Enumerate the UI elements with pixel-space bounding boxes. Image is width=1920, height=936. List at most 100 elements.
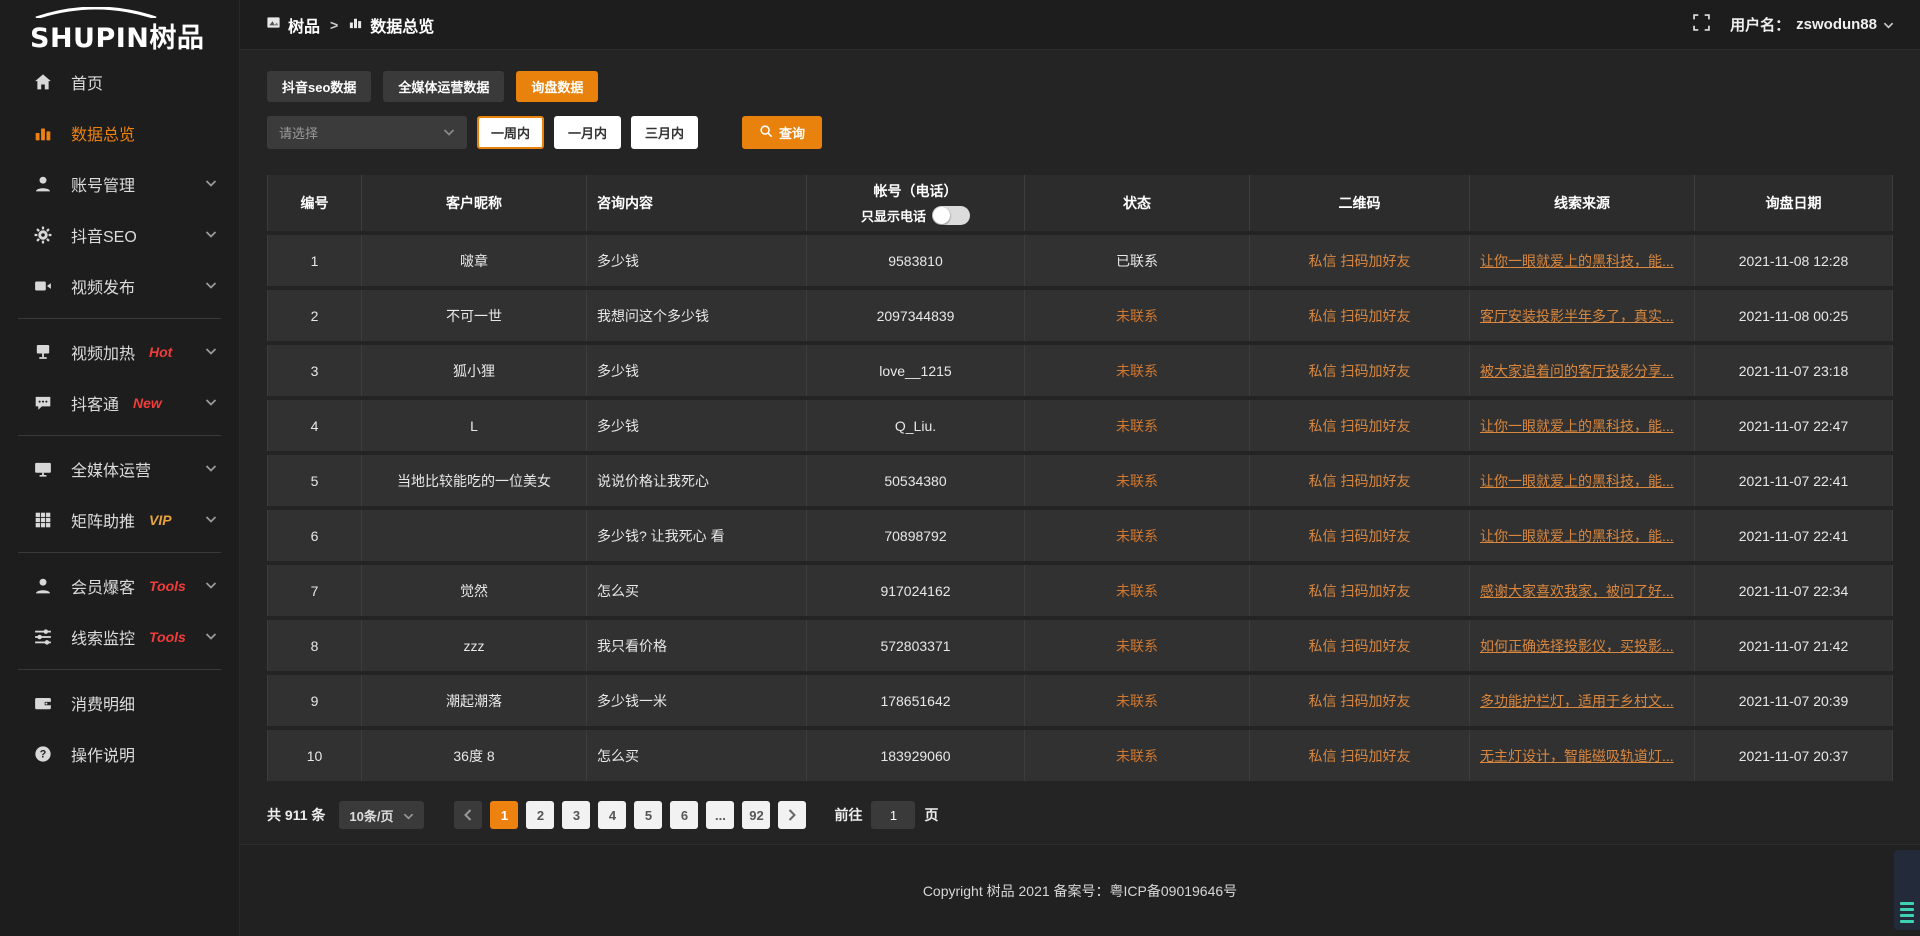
sidebar-item-omnimedia[interactable]: 全媒体运营 bbox=[0, 443, 239, 494]
lead-source-link[interactable]: 多功能护栏灯，适用于乡村文... bbox=[1480, 693, 1674, 709]
page-footer: Copyright 树品 2021 备案号：粤ICP备09019646号 bbox=[240, 844, 1920, 936]
cell-source: 让你一眼就爱上的黑科技，能... bbox=[1470, 235, 1695, 286]
range-week-button[interactable]: 一周内 bbox=[477, 116, 544, 149]
cell-date: 2021-11-07 20:37 bbox=[1695, 730, 1893, 781]
user-menu[interactable]: 用户名：zswodun88 bbox=[1730, 14, 1894, 35]
private-message-link[interactable]: 私信 bbox=[1309, 583, 1337, 599]
cell-id: 2 bbox=[267, 290, 362, 341]
page-button-5[interactable]: 5 bbox=[634, 801, 662, 829]
query-button[interactable]: 查询 bbox=[742, 116, 822, 149]
scan-add-friend-link[interactable]: 扫码加好友 bbox=[1341, 473, 1411, 489]
lead-source-link[interactable]: 感谢大家喜欢我家，被问了好... bbox=[1480, 583, 1674, 599]
page-button-1[interactable]: 1 bbox=[490, 801, 518, 829]
phone-only-toggle[interactable] bbox=[932, 206, 970, 225]
private-message-link[interactable]: 私信 bbox=[1309, 473, 1337, 489]
scan-add-friend-link[interactable]: 扫码加好友 bbox=[1341, 363, 1411, 379]
sidebar-item-home[interactable]: 首页 bbox=[0, 56, 239, 107]
logo-text-cn: 树品 bbox=[149, 23, 204, 54]
sidebar-item-member-burst[interactable]: 会员爆客 Tools bbox=[0, 560, 239, 611]
sidebar-item-account-management[interactable]: 账号管理 bbox=[0, 158, 239, 209]
sidebar-item-douyin-seo[interactable]: 抖音SEO bbox=[0, 209, 239, 260]
range-month-button[interactable]: 一月内 bbox=[554, 116, 621, 149]
prev-page-button[interactable] bbox=[454, 801, 482, 829]
table-row: 9 潮起潮落 多少钱一米 178651642 未联系 私信扫码加好友 多功能护栏… bbox=[267, 675, 1893, 726]
cell-status: 已联系 bbox=[1025, 235, 1250, 286]
goto-page-input[interactable] bbox=[871, 801, 915, 829]
private-message-link[interactable]: 私信 bbox=[1309, 528, 1337, 544]
fullscreen-icon[interactable] bbox=[1693, 14, 1710, 36]
chevron-down-icon bbox=[205, 582, 217, 589]
lead-source-link[interactable]: 让你一眼就爱上的黑科技，能... bbox=[1480, 528, 1674, 544]
cell-content: 我想问这个多少钱 bbox=[587, 290, 807, 341]
page-button-3[interactable]: 3 bbox=[562, 801, 590, 829]
lead-source-link[interactable]: 让你一眼就爱上的黑科技，能... bbox=[1480, 253, 1674, 269]
scan-add-friend-link[interactable]: 扫码加好友 bbox=[1341, 308, 1411, 324]
sidebar-item-matrix-boost[interactable]: 矩阵助推 VIP bbox=[0, 494, 239, 545]
chevron-down-icon bbox=[205, 516, 217, 523]
copyright-text: Copyright 树品 2021 备案号：粤ICP备09019646号 bbox=[923, 881, 1237, 901]
page-size-select[interactable]: 10条/页 bbox=[339, 801, 424, 829]
breadcrumb-root[interactable]: 树品 bbox=[288, 13, 320, 37]
main-content: 抖音seo数据 全媒体运营数据 询盘数据 请选择 一周内 一月内 三月内 查询 bbox=[240, 50, 1920, 844]
cell-nickname: L bbox=[362, 400, 587, 451]
sidebar-item-label: 抖客通 bbox=[71, 391, 119, 415]
scan-add-friend-link[interactable]: 扫码加好友 bbox=[1341, 638, 1411, 654]
cell-date: 2021-11-07 22:41 bbox=[1695, 455, 1893, 506]
private-message-link[interactable]: 私信 bbox=[1309, 748, 1337, 764]
scan-add-friend-link[interactable]: 扫码加好友 bbox=[1341, 418, 1411, 434]
private-message-link[interactable]: 私信 bbox=[1309, 693, 1337, 709]
inquiry-table: 编号 客户昵称 咨询内容 帐号（电话） 只显示电话 bbox=[267, 171, 1893, 785]
scan-add-friend-link[interactable]: 扫码加好友 bbox=[1341, 583, 1411, 599]
sidebar-item-expense-detail[interactable]: 消费明细 bbox=[0, 677, 239, 728]
cell-qrcode: 私信扫码加好友 bbox=[1250, 455, 1470, 506]
scan-add-friend-link[interactable]: 扫码加好友 bbox=[1341, 253, 1411, 269]
private-message-link[interactable]: 私信 bbox=[1309, 638, 1337, 654]
cell-nickname: 狐小狸 bbox=[362, 345, 587, 396]
sidebar-item-douketong[interactable]: 抖客通 New bbox=[0, 377, 239, 428]
cell-account: 9583810 bbox=[807, 235, 1025, 286]
page-button-4[interactable]: 4 bbox=[598, 801, 626, 829]
page-button-92[interactable]: 92 bbox=[742, 801, 770, 829]
next-page-button[interactable] bbox=[778, 801, 806, 829]
sidebar-item-video-heat[interactable]: 视频加热 Hot bbox=[0, 326, 239, 377]
tab-douyin-seo-data[interactable]: 抖音seo数据 bbox=[267, 71, 371, 102]
table-row: 7 觉然 怎么买 917024162 未联系 私信扫码加好友 感谢大家喜欢我家，… bbox=[267, 565, 1893, 616]
query-button-label: 查询 bbox=[779, 123, 805, 142]
page-ellipsis-button[interactable]: ... bbox=[706, 801, 734, 829]
sidebar-item-video-publish[interactable]: 视频发布 bbox=[0, 260, 239, 311]
lead-source-link[interactable]: 被大家追着问的客厅投影分享... bbox=[1480, 363, 1674, 379]
chevron-down-icon bbox=[205, 348, 217, 355]
account-select[interactable]: 请选择 bbox=[267, 116, 467, 149]
private-message-link[interactable]: 私信 bbox=[1309, 418, 1337, 434]
topbar-right: 用户名：zswodun88 bbox=[1693, 14, 1894, 36]
lead-source-link[interactable]: 让你一眼就爱上的黑科技，能... bbox=[1480, 473, 1674, 489]
member-icon bbox=[34, 577, 56, 595]
cell-id: 6 bbox=[267, 510, 362, 561]
top-bar: 树品 > 数据总览 用户名：zswodun88 bbox=[240, 0, 1920, 50]
lead-source-link[interactable]: 无主灯设计，智能磁吸轨道灯... bbox=[1480, 748, 1674, 764]
sidebar-item-label: 首页 bbox=[71, 70, 103, 94]
scan-add-friend-link[interactable]: 扫码加好友 bbox=[1341, 528, 1411, 544]
tab-omnimedia-data[interactable]: 全媒体运营数据 bbox=[383, 71, 504, 102]
page-button-2[interactable]: 2 bbox=[526, 801, 554, 829]
home-icon bbox=[34, 73, 56, 91]
lead-source-link[interactable]: 如何正确选择投影仪，买投影... bbox=[1480, 638, 1674, 654]
sidebar-item-data-overview[interactable]: 数据总览 bbox=[0, 107, 239, 158]
lead-source-link[interactable]: 让你一眼就爱上的黑科技，能... bbox=[1480, 418, 1674, 434]
private-message-link[interactable]: 私信 bbox=[1309, 308, 1337, 324]
sidebar-item-instructions[interactable]: ? 操作说明 bbox=[0, 728, 239, 779]
floating-widget[interactable] bbox=[1894, 850, 1920, 930]
page-button-6[interactable]: 6 bbox=[670, 801, 698, 829]
sidebar-item-lead-monitor[interactable]: 线索监控 Tools bbox=[0, 611, 239, 662]
private-message-link[interactable]: 私信 bbox=[1309, 253, 1337, 269]
lead-source-link[interactable]: 客厅安装投影半年多了，真实... bbox=[1480, 308, 1674, 324]
cell-account: 70898792 bbox=[807, 510, 1025, 561]
chat-bubble-icon bbox=[34, 394, 56, 412]
cell-status: 未联系 bbox=[1025, 455, 1250, 506]
scan-add-friend-link[interactable]: 扫码加好友 bbox=[1341, 693, 1411, 709]
private-message-link[interactable]: 私信 bbox=[1309, 363, 1337, 379]
tab-inquiry-data[interactable]: 询盘数据 bbox=[516, 71, 598, 102]
range-quarter-button[interactable]: 三月内 bbox=[631, 116, 698, 149]
scan-add-friend-link[interactable]: 扫码加好友 bbox=[1341, 748, 1411, 764]
table-row: 6 多少钱? 让我死心 看 70898792 未联系 私信扫码加好友 让你一眼就… bbox=[267, 510, 1893, 561]
